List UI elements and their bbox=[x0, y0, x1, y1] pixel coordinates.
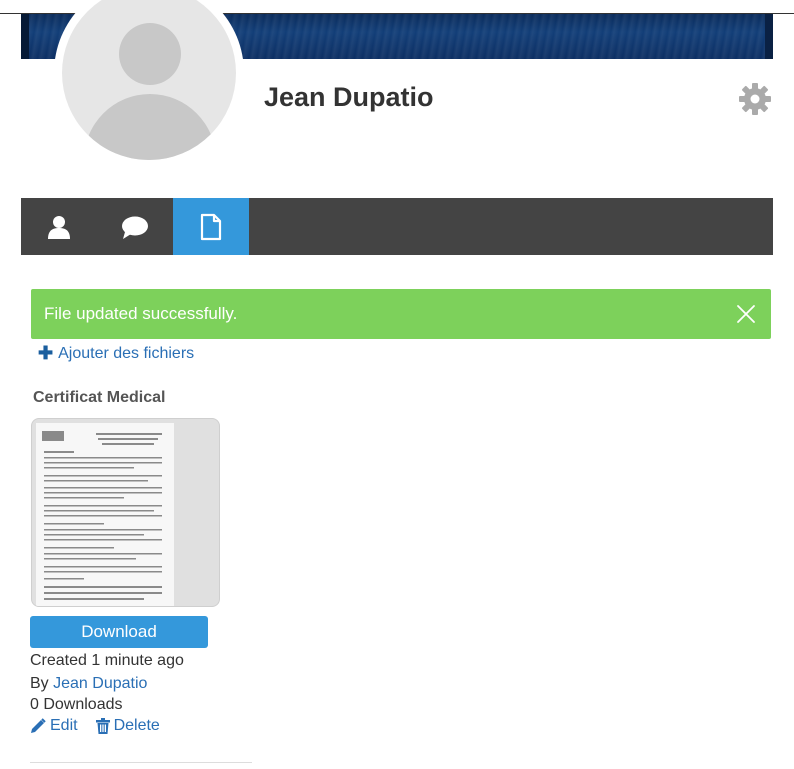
edit-label: Edit bbox=[50, 717, 78, 734]
delete-label: Delete bbox=[113, 717, 160, 734]
file-thumbnail[interactable] bbox=[31, 418, 220, 607]
edit-link[interactable]: Edit bbox=[30, 717, 78, 735]
download-button[interactable]: Download bbox=[30, 616, 208, 648]
success-alert: File updated successfully. bbox=[31, 289, 771, 339]
avatar[interactable] bbox=[54, 0, 244, 168]
file-actions: Edit Delete bbox=[30, 717, 160, 735]
author-prefix: By bbox=[30, 675, 49, 692]
user-icon bbox=[48, 215, 70, 239]
profile-tabbar bbox=[21, 198, 773, 255]
tab-profile[interactable] bbox=[21, 198, 97, 255]
author-link[interactable]: Jean Dupatio bbox=[53, 675, 147, 692]
file-download-count: 0 Downloads bbox=[30, 696, 123, 713]
profile-name: Jean Dupatio bbox=[264, 82, 434, 112]
document-preview-image bbox=[36, 423, 174, 606]
add-files-link[interactable]: ✚ Ajouter des fichiers bbox=[38, 343, 194, 364]
file-title: Certificat Medical bbox=[33, 389, 166, 406]
comment-icon bbox=[122, 216, 148, 239]
settings-gear-icon[interactable] bbox=[738, 82, 772, 116]
add-files-label: Ajouter des fichiers bbox=[58, 344, 195, 362]
file-created: Created 1 minute ago bbox=[30, 652, 184, 669]
tab-files[interactable] bbox=[173, 198, 249, 255]
tab-messages[interactable] bbox=[97, 198, 173, 255]
close-icon[interactable] bbox=[735, 303, 757, 325]
delete-link[interactable]: Delete bbox=[95, 717, 160, 735]
pencil-icon bbox=[31, 718, 46, 733]
file-icon bbox=[200, 213, 222, 240]
divider bbox=[30, 762, 252, 763]
alert-message: File updated successfully. bbox=[44, 304, 238, 323]
plus-icon: ✚ bbox=[38, 343, 54, 363]
file-author: By Jean Dupatio bbox=[30, 675, 147, 693]
trash-icon bbox=[95, 718, 110, 734]
